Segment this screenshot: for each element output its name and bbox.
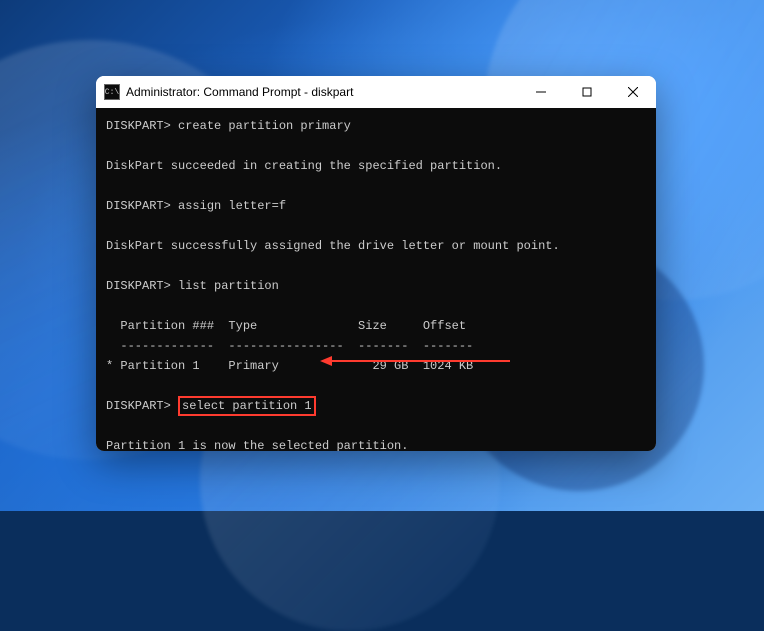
titlebar[interactable]: C:\ Administrator: Command Prompt - disk… (96, 76, 656, 108)
command-prompt-window: C:\ Administrator: Command Prompt - disk… (96, 76, 656, 451)
table-header: Partition ### Type Size Offset (106, 319, 466, 333)
response-text: Partition 1 is now the selected partitio… (106, 439, 408, 451)
prompt: DISKPART> (106, 119, 171, 133)
terminal-output[interactable]: DISKPART> create partition primary DiskP… (96, 108, 656, 451)
command-text: create partition primary (178, 119, 351, 133)
response-text: DiskPart successfully assigned the drive… (106, 239, 560, 253)
cmd-icon: C:\ (104, 84, 120, 100)
prompt: DISKPART> (106, 199, 171, 213)
window-title: Administrator: Command Prompt - diskpart (126, 85, 518, 99)
window-controls (518, 76, 656, 108)
close-button[interactable] (610, 76, 656, 108)
prompt: DISKPART> (106, 279, 171, 293)
prompt: DISKPART> (106, 399, 171, 413)
command-text: assign letter=f (178, 199, 286, 213)
table-divider: ------------- ---------------- ------- -… (106, 339, 473, 353)
minimize-button[interactable] (518, 76, 564, 108)
response-text: DiskPart succeeded in creating the speci… (106, 159, 502, 173)
highlighted-command: select partition 1 (178, 396, 316, 416)
maximize-button[interactable] (564, 76, 610, 108)
command-text: list partition (178, 279, 279, 293)
annotation-arrow (320, 354, 510, 368)
